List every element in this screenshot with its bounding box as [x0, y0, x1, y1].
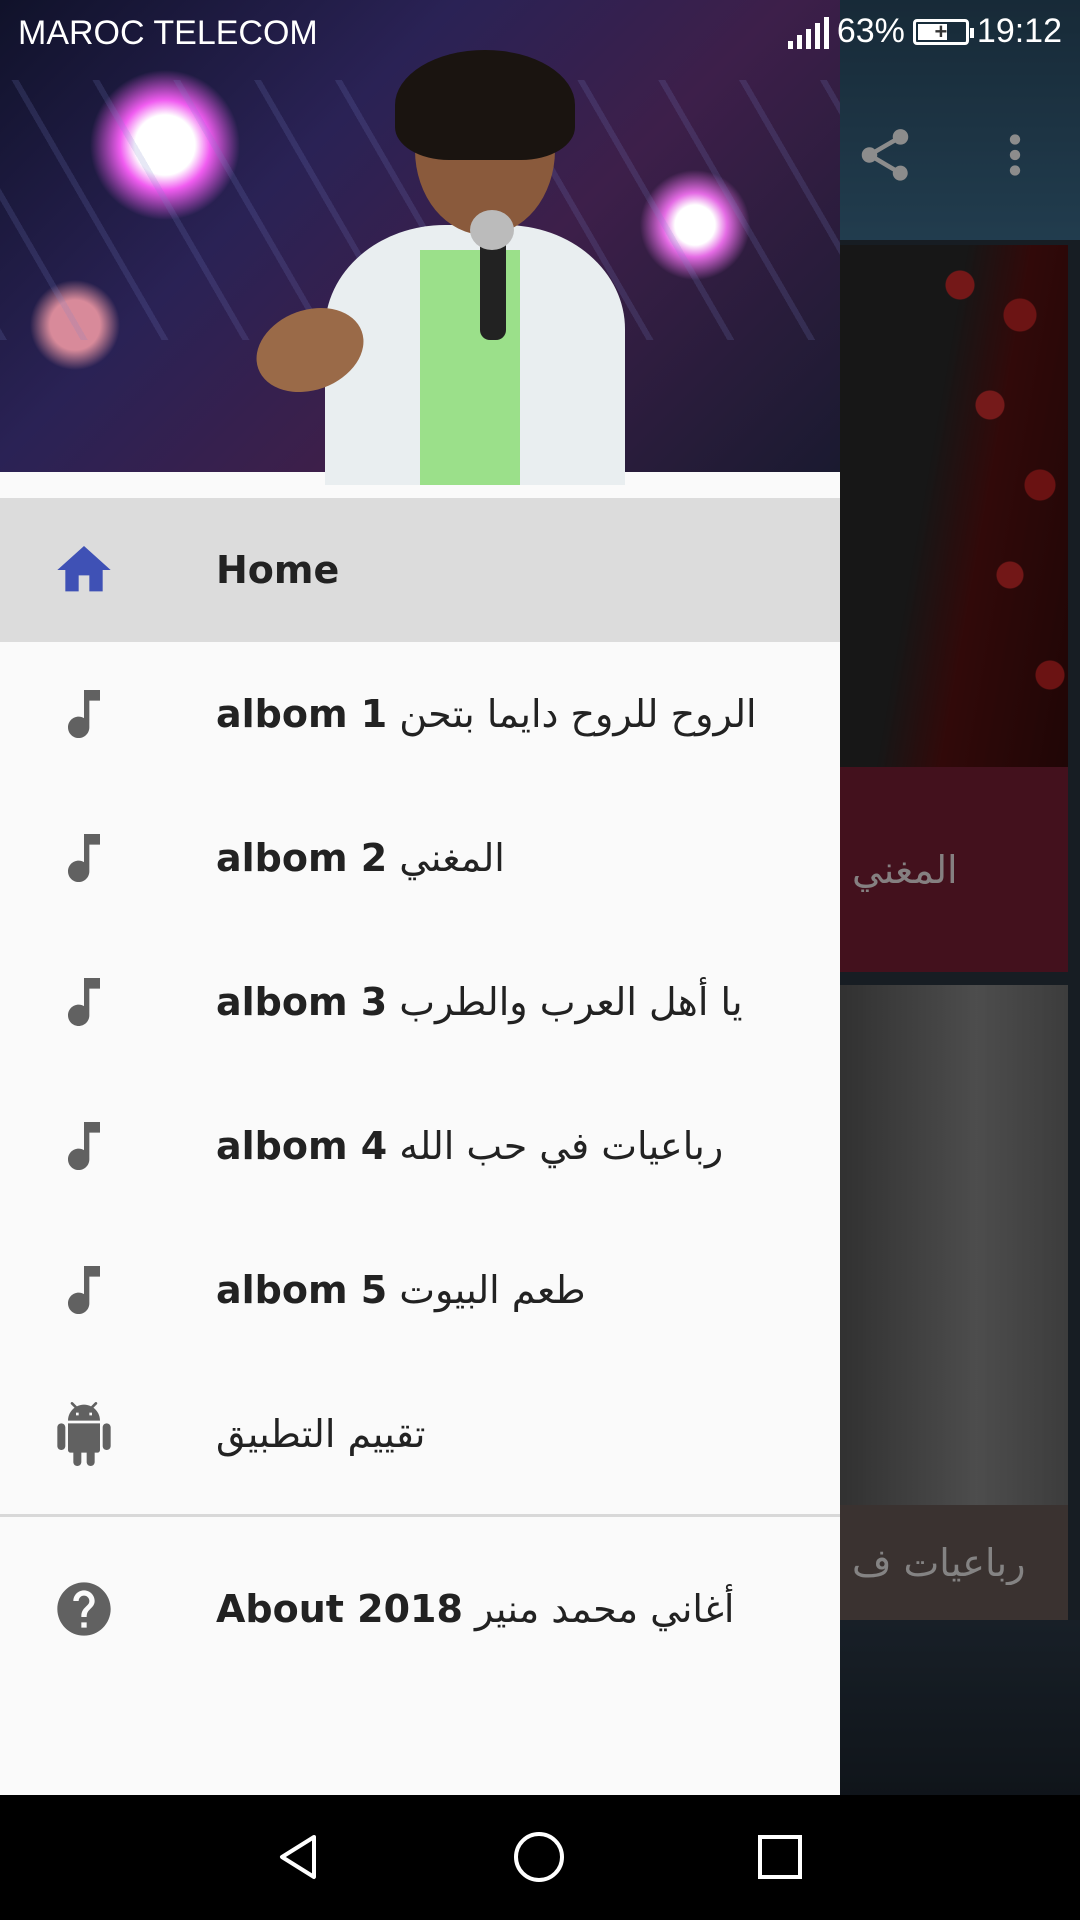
back-icon[interactable]	[253, 1817, 343, 1897]
drawer-item-7[interactable]: تقييم التطبيق	[0, 1362, 840, 1506]
singer-photo	[244, 40, 685, 485]
drawer-item-4[interactable]: albom 3 يا أهل العرب والطرب	[0, 930, 840, 1074]
battery-icon: +	[912, 18, 974, 45]
drawer-item-label: Home	[216, 548, 339, 592]
drawer-item-subtitle: المغني	[399, 836, 505, 880]
drawer-item-label: About 2018 أغاني محمد منير	[216, 1587, 734, 1631]
drawer-item-6[interactable]: albom 5 طعم البيوت	[0, 1218, 840, 1362]
music-note-icon	[52, 826, 116, 890]
drawer-item-label: albom 2 المغني	[216, 836, 505, 880]
carrier-name: MAROC TELECOM	[18, 14, 318, 52]
drawer-item-label: albom 1 الروح للروح دايما بتحن	[216, 692, 757, 736]
drawer-item-about[interactable]: About 2018 أغاني محمد منير	[0, 1537, 840, 1681]
drawer-item-2[interactable]: albom 1 الروح للروح دايما بتحن	[0, 642, 840, 786]
drawer-item-subtitle: طعم البيوت	[399, 1268, 586, 1312]
drawer-item-5[interactable]: albom 4 رباعيات في حب الله	[0, 1074, 840, 1218]
drawer-item-label: albom 5 طعم البيوت	[216, 1268, 586, 1312]
home-circle-icon[interactable]	[494, 1817, 584, 1897]
drawer-item-subtitle: رباعيات في حب الله	[399, 1124, 724, 1168]
drawer-menu: Home albom 1 الروح للروح دايما بتحن albom 2…	[0, 498, 840, 1681]
drawer-item-title: albom 4	[216, 1124, 388, 1168]
drawer-item-subtitle: يا أهل العرب والطرب	[399, 980, 743, 1024]
drawer-item-subtitle: تقييم التطبيق	[216, 1412, 426, 1456]
drawer-item-title: Home	[216, 548, 340, 592]
drawer-item-title: albom 1	[216, 692, 388, 736]
drawer-item-title: albom 2	[216, 836, 388, 880]
music-note-icon	[52, 1114, 116, 1178]
drawer-item-label: تقييم التطبيق	[216, 1412, 426, 1456]
drawer-divider	[0, 1514, 840, 1517]
drawer-item-label: albom 3 يا أهل العرب والطرب	[216, 980, 743, 1024]
system-nav-bar	[0, 1795, 1080, 1920]
recents-icon[interactable]	[735, 1817, 825, 1897]
clock: 19:12	[976, 12, 1062, 50]
drawer-item-subtitle: الروح للروح دايما بتحن	[399, 692, 757, 736]
drawer-item-title: About 2018	[216, 1587, 463, 1631]
battery-percent: 63%	[836, 12, 905, 50]
drawer-item-subtitle: أغاني محمد منير	[474, 1587, 735, 1631]
music-note-icon	[52, 1258, 116, 1322]
help-icon	[52, 1577, 116, 1641]
signal-icon	[787, 15, 829, 49]
drawer-item-title: albom 3	[216, 980, 388, 1024]
music-note-icon	[52, 682, 116, 746]
drawer-item-label: albom 4 رباعيات في حب الله	[216, 1124, 723, 1168]
drawer-item-3[interactable]: albom 2 المغني	[0, 786, 840, 930]
drawer-item-1[interactable]: Home	[0, 498, 840, 642]
home-icon	[52, 538, 116, 602]
android-icon	[52, 1402, 116, 1466]
status-bar: MAROC TELECOM 63% + 19:12	[0, 0, 1080, 72]
music-note-icon	[52, 970, 116, 1034]
navigation-drawer: Home albom 1 الروح للروح دايما بتحن albom 2…	[0, 0, 840, 1795]
drawer-item-title: albom 5	[216, 1268, 388, 1312]
status-indicators: 63% + 19:12	[787, 12, 1062, 51]
